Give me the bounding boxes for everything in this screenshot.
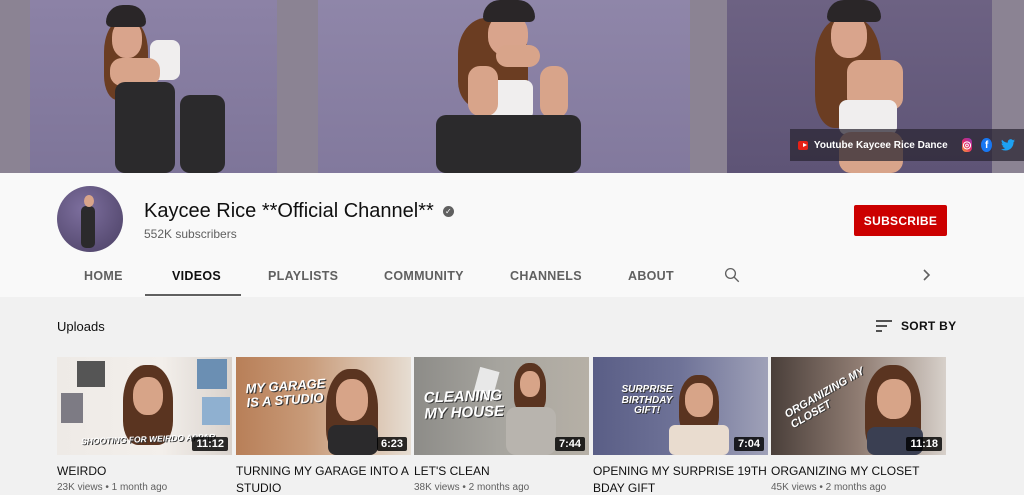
video-duration: 6:23 bbox=[376, 437, 407, 451]
channel-tabs: HOME VIDEOS PLAYLISTS COMMUNITY CHANNELS… bbox=[0, 260, 1024, 297]
video-duration: 11:12 bbox=[192, 437, 228, 451]
video-card[interactable]: SURPRISE BIRTHDAY GIFT! 7:04 OPENING MY … bbox=[593, 357, 768, 495]
video-meta: 45K views • 2 months ago bbox=[771, 482, 887, 493]
banner-photo-2 bbox=[318, 0, 690, 173]
thumbnail-caption: MY GARAGE IS A STUDIO bbox=[245, 375, 326, 410]
youtube-icon[interactable] bbox=[798, 140, 808, 150]
video-title[interactable]: ORGANIZING MY CLOSET bbox=[771, 463, 946, 480]
video-title[interactable]: TURNING MY GARAGE INTO A STUDIO bbox=[236, 463, 411, 495]
video-card[interactable]: MY GARAGE IS A STUDIO 6:23 TURNING MY GA… bbox=[236, 357, 411, 495]
tab-videos[interactable]: VIDEOS bbox=[172, 269, 221, 283]
twitter-icon[interactable] bbox=[1001, 138, 1016, 152]
video-thumbnail[interactable]: SURPRISE BIRTHDAY GIFT! 7:04 bbox=[593, 357, 768, 455]
video-thumbnail[interactable]: MY GARAGE IS A STUDIO 6:23 bbox=[236, 357, 411, 455]
chevron-right-icon[interactable] bbox=[920, 267, 934, 283]
search-icon[interactable] bbox=[723, 266, 741, 284]
tab-channels[interactable]: CHANNELS bbox=[510, 269, 582, 283]
verified-icon: ✓ bbox=[442, 206, 454, 217]
thumbnail-caption: ORGANIZING MY CLOSET bbox=[782, 365, 867, 431]
video-thumbnail[interactable]: ORGANIZING MY CLOSET 11:18 bbox=[771, 357, 946, 455]
channel-header: Kaycee Rice **Official Channel** ✓ 552K … bbox=[0, 173, 1024, 297]
video-duration: 7:04 bbox=[733, 437, 764, 451]
active-tab-indicator bbox=[145, 294, 241, 296]
video-meta: 23K views • 1 month ago bbox=[57, 482, 168, 493]
video-title[interactable]: WEIRDO bbox=[57, 463, 232, 480]
video-title[interactable]: OPENING MY SURPRISE 19th BDAY GIFT bbox=[593, 463, 768, 495]
video-card[interactable]: SHOOTING FOR WEIRDO APPAR 11:12 WEIRDO 2… bbox=[57, 357, 232, 493]
subscribe-button[interactable]: SUBSCRIBE bbox=[854, 205, 947, 236]
tab-community[interactable]: COMMUNITY bbox=[384, 269, 464, 283]
tab-about[interactable]: ABOUT bbox=[628, 269, 674, 283]
video-card[interactable]: ORGANIZING MY CLOSET 11:18 ORGANIZING MY… bbox=[771, 357, 946, 493]
video-duration: 11:18 bbox=[906, 437, 942, 451]
subscriber-count: 552K subscribers bbox=[144, 227, 237, 241]
video-duration: 7:44 bbox=[554, 437, 585, 451]
tab-playlists[interactable]: PLAYLISTS bbox=[268, 269, 338, 283]
banner-social-links: Youtube Kaycee Rice Dance ◎ f bbox=[790, 129, 1024, 161]
social-link-label[interactable]: Youtube Kaycee Rice Dance bbox=[814, 140, 948, 151]
sort-icon bbox=[876, 320, 892, 332]
video-meta: 38K views • 2 months ago bbox=[414, 482, 530, 493]
tab-home[interactable]: HOME bbox=[84, 269, 123, 283]
banner-photo-1 bbox=[30, 0, 277, 173]
video-title[interactable]: LET'S CLEAN bbox=[414, 463, 589, 480]
channel-title: Kaycee Rice **Official Channel** bbox=[144, 200, 434, 222]
section-title: Uploads bbox=[57, 319, 105, 334]
thumbnail-caption: CLEANING MY HOUSE bbox=[423, 386, 505, 423]
avatar[interactable] bbox=[57, 186, 123, 252]
channel-banner: Youtube Kaycee Rice Dance ◎ f bbox=[0, 0, 1024, 173]
uploads-section: Uploads SORT BY SHOOTING FOR WEIRDO APPA… bbox=[0, 297, 1024, 495]
sort-label: SORT BY bbox=[901, 319, 957, 333]
thumbnail-caption: SURPRISE BIRTHDAY GIFT! bbox=[621, 384, 673, 416]
channel-title-row: Kaycee Rice **Official Channel** ✓ bbox=[144, 200, 454, 223]
video-thumbnail[interactable]: SHOOTING FOR WEIRDO APPAR 11:12 bbox=[57, 357, 232, 455]
video-card[interactable]: CLEANING MY HOUSE 7:44 LET'S CLEAN 38K v… bbox=[414, 357, 589, 493]
facebook-icon[interactable]: f bbox=[981, 138, 993, 152]
video-thumbnail[interactable]: CLEANING MY HOUSE 7:44 bbox=[414, 357, 589, 455]
sort-by-button[interactable]: SORT BY bbox=[876, 319, 956, 333]
instagram-icon[interactable]: ◎ bbox=[961, 138, 973, 152]
